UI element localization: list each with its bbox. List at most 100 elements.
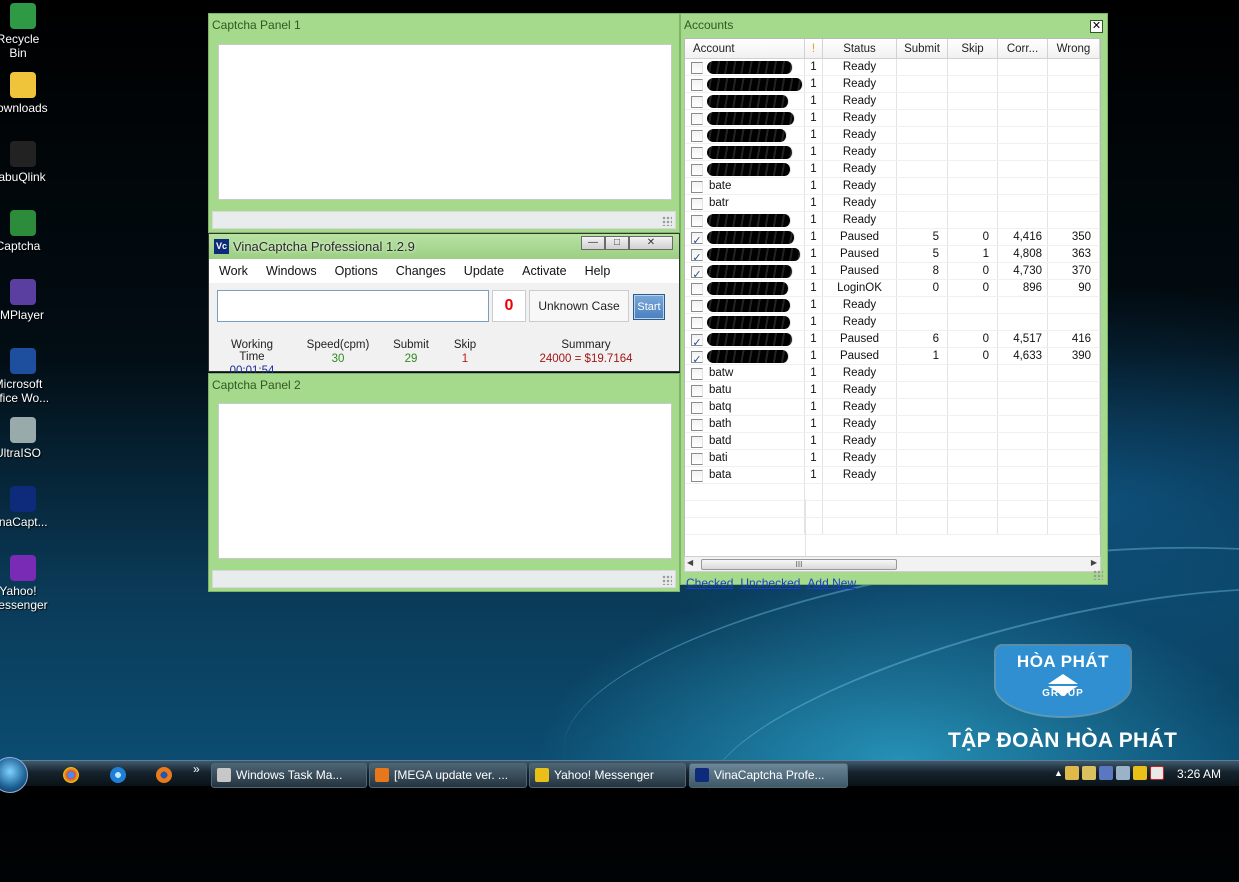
- column-header[interactable]: Account: [685, 39, 805, 58]
- table-row[interactable]: batr 1 Ready: [685, 195, 1100, 212]
- table-row[interactable]: 1 Ready: [685, 59, 1100, 76]
- scroll-left-icon[interactable]: ◀: [687, 558, 693, 567]
- row-checkbox[interactable]: [691, 147, 703, 159]
- row-checkbox[interactable]: ✓: [691, 266, 703, 278]
- row-checkbox[interactable]: ✓: [691, 249, 703, 261]
- start-orb-icon[interactable]: [0, 757, 28, 793]
- table-row[interactable]: bate 1 Ready: [685, 178, 1100, 195]
- row-checkbox[interactable]: [691, 385, 703, 397]
- scroll-thumb[interactable]: III: [701, 559, 897, 570]
- table-row[interactable]: ✓ 1 Paused 6 0 4,517 416: [685, 331, 1100, 348]
- close-button[interactable]: ✕: [629, 236, 673, 250]
- column-header[interactable]: Status: [823, 39, 897, 58]
- table-row[interactable]: 1 Ready: [685, 76, 1100, 93]
- tray-antivirus-icon[interactable]: [1150, 766, 1164, 780]
- start-button[interactable]: Start: [633, 294, 665, 320]
- tray-folder-icon[interactable]: [1082, 766, 1096, 780]
- captcha-image-area[interactable]: [218, 403, 672, 559]
- taskbar-button[interactable]: Windows Task Ma...: [211, 763, 367, 788]
- row-checkbox[interactable]: ✓: [691, 334, 703, 346]
- clock[interactable]: 3:26 AM: [1177, 767, 1221, 781]
- row-checkbox[interactable]: [691, 283, 703, 295]
- column-header[interactable]: Submit: [897, 39, 948, 58]
- title-bar[interactable]: Vc VinaCaptcha Professional 1.2.9 — □ ✕: [209, 234, 679, 259]
- desktop-icon[interactable]: Microsoft Office Wo...: [0, 348, 50, 405]
- desktop-icon[interactable]: Downloads: [0, 72, 50, 115]
- desktop-icon[interactable]: KMPlayer: [0, 279, 50, 322]
- table-row[interactable]: bata 1 Ready: [685, 467, 1100, 484]
- chrome-icon[interactable]: [63, 767, 79, 783]
- table-row[interactable]: 1 Ready: [685, 297, 1100, 314]
- taskbar-button[interactable]: VinaCaptcha Profe...: [689, 763, 848, 788]
- maximize-button[interactable]: □: [605, 236, 629, 250]
- scroll-right-icon[interactable]: ▶: [1091, 558, 1097, 567]
- row-checkbox[interactable]: [691, 453, 703, 465]
- table-row[interactable]: 1 Ready: [685, 144, 1100, 161]
- table-row[interactable]: batw 1 Ready: [685, 365, 1100, 382]
- row-checkbox[interactable]: [691, 198, 703, 210]
- minimize-button[interactable]: —: [581, 236, 605, 250]
- column-header[interactable]: Wrong: [1048, 39, 1100, 58]
- captcha-answer-input[interactable]: [217, 290, 489, 322]
- table-row[interactable]: 1 Ready: [685, 93, 1100, 110]
- table-row[interactable]: batd 1 Ready: [685, 433, 1100, 450]
- table-row[interactable]: 1 LoginOK 0 0 896 90: [685, 280, 1100, 297]
- tray-yahoo-icon[interactable]: [1133, 766, 1147, 780]
- table-row[interactable]: 1 Ready: [685, 127, 1100, 144]
- table-row[interactable]: 1 Ready: [685, 314, 1100, 331]
- menu-changes[interactable]: Changes: [396, 264, 446, 278]
- horizontal-scrollbar[interactable]: ◀ III ▶: [684, 556, 1101, 572]
- row-checkbox[interactable]: [691, 368, 703, 380]
- table-row[interactable]: batu 1 Ready: [685, 382, 1100, 399]
- desktop-icon[interactable]: Yahoo! Messenger: [0, 555, 50, 612]
- desktop-icon[interactable]: Recycle Bin: [0, 3, 50, 60]
- ie-icon[interactable]: [110, 767, 126, 783]
- taskbar-button[interactable]: [MEGA update ver. ...: [369, 763, 527, 788]
- desktop-icon[interactable]: Captcha: [0, 210, 50, 253]
- row-checkbox[interactable]: [691, 317, 703, 329]
- taskbar-button[interactable]: Yahoo! Messenger: [529, 763, 686, 788]
- tray-monitor-icon[interactable]: [1116, 766, 1130, 780]
- row-checkbox[interactable]: [691, 181, 703, 193]
- resize-grip-icon[interactable]: [662, 216, 672, 226]
- row-checkbox[interactable]: [691, 113, 703, 125]
- table-row[interactable]: bati 1 Ready: [685, 450, 1100, 467]
- column-header[interactable]: Skip: [948, 39, 998, 58]
- row-checkbox[interactable]: [691, 164, 703, 176]
- link-add-new[interactable]: Add New: [807, 576, 856, 590]
- table-row[interactable]: 1 Ready: [685, 212, 1100, 229]
- table-row[interactable]: bath 1 Ready: [685, 416, 1100, 433]
- menu-update[interactable]: Update: [464, 264, 504, 278]
- row-checkbox[interactable]: [691, 215, 703, 227]
- quicklaunch-chevron-icon[interactable]: »: [193, 762, 200, 776]
- menu-options[interactable]: Options: [335, 264, 378, 278]
- row-checkbox[interactable]: [691, 436, 703, 448]
- row-checkbox[interactable]: [691, 300, 703, 312]
- row-checkbox[interactable]: [691, 62, 703, 74]
- row-checkbox[interactable]: [691, 96, 703, 108]
- link-unchecked[interactable]: Unchecked: [740, 576, 800, 590]
- row-checkbox[interactable]: [691, 79, 703, 91]
- column-header[interactable]: Corr...: [998, 39, 1048, 58]
- case-indicator[interactable]: Unknown Case: [529, 290, 629, 322]
- menu-windows[interactable]: Windows: [266, 264, 317, 278]
- firefox-icon[interactable]: [156, 767, 172, 783]
- resize-grip-icon[interactable]: [1093, 570, 1103, 580]
- tray-network-icon[interactable]: [1065, 766, 1079, 780]
- desktop-icon[interactable]: BabuQlink: [0, 141, 50, 184]
- row-checkbox[interactable]: ✓: [691, 232, 703, 244]
- row-checkbox[interactable]: ✓: [691, 351, 703, 363]
- link-checked[interactable]: Checked: [686, 576, 733, 590]
- table-row[interactable]: 1 Ready: [685, 110, 1100, 127]
- menu-work[interactable]: Work: [219, 264, 248, 278]
- table-row[interactable]: ✓ 1 Paused 5 0 4,416 350: [685, 229, 1100, 246]
- table-row[interactable]: ✓ 1 Paused 5 1 4,808 363: [685, 246, 1100, 263]
- desktop-icon[interactable]: UltraISO: [0, 417, 50, 460]
- row-checkbox[interactable]: [691, 470, 703, 482]
- row-checkbox[interactable]: [691, 419, 703, 431]
- tray-arrow-icon[interactable]: ▲: [1054, 766, 1063, 780]
- captcha-image-area[interactable]: [218, 44, 672, 200]
- tray-shield-icon[interactable]: [1099, 766, 1113, 780]
- menu-help[interactable]: Help: [585, 264, 611, 278]
- close-icon[interactable]: ✕: [1090, 20, 1103, 33]
